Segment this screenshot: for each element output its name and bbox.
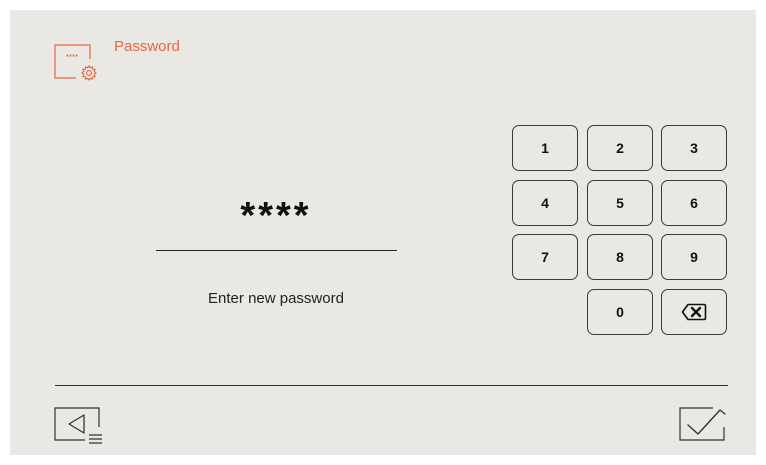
password-hint: Enter new password bbox=[208, 290, 344, 307]
password-underline bbox=[156, 250, 397, 251]
keypad-key-2[interactable]: 2 bbox=[587, 125, 653, 171]
confirm-button[interactable] bbox=[679, 405, 729, 447]
delete-button[interactable] bbox=[661, 289, 727, 335]
password-display: **** bbox=[240, 195, 312, 237]
page-title: Password bbox=[114, 38, 180, 55]
password-screen: **** Password **** Enter new password 1 … bbox=[10, 10, 756, 455]
keypad-key-5[interactable]: 5 bbox=[587, 180, 653, 226]
backspace-icon bbox=[681, 303, 707, 321]
keypad-key-6[interactable]: 6 bbox=[661, 180, 727, 226]
password-settings-icon: **** bbox=[54, 44, 97, 81]
keypad-key-0[interactable]: 0 bbox=[587, 289, 653, 335]
back-menu-icon[interactable] bbox=[54, 405, 104, 447]
keypad-key-4[interactable]: 4 bbox=[512, 180, 578, 226]
keypad-key-7[interactable]: 7 bbox=[512, 234, 578, 280]
keypad-key-8[interactable]: 8 bbox=[587, 234, 653, 280]
footer-divider bbox=[55, 385, 728, 386]
keypad-key-1[interactable]: 1 bbox=[512, 125, 578, 171]
checkmark-icon bbox=[687, 409, 726, 435]
icon-mask-text: **** bbox=[66, 53, 78, 62]
keypad-key-9[interactable]: 9 bbox=[661, 234, 727, 280]
keypad-key-3[interactable]: 3 bbox=[661, 125, 727, 171]
